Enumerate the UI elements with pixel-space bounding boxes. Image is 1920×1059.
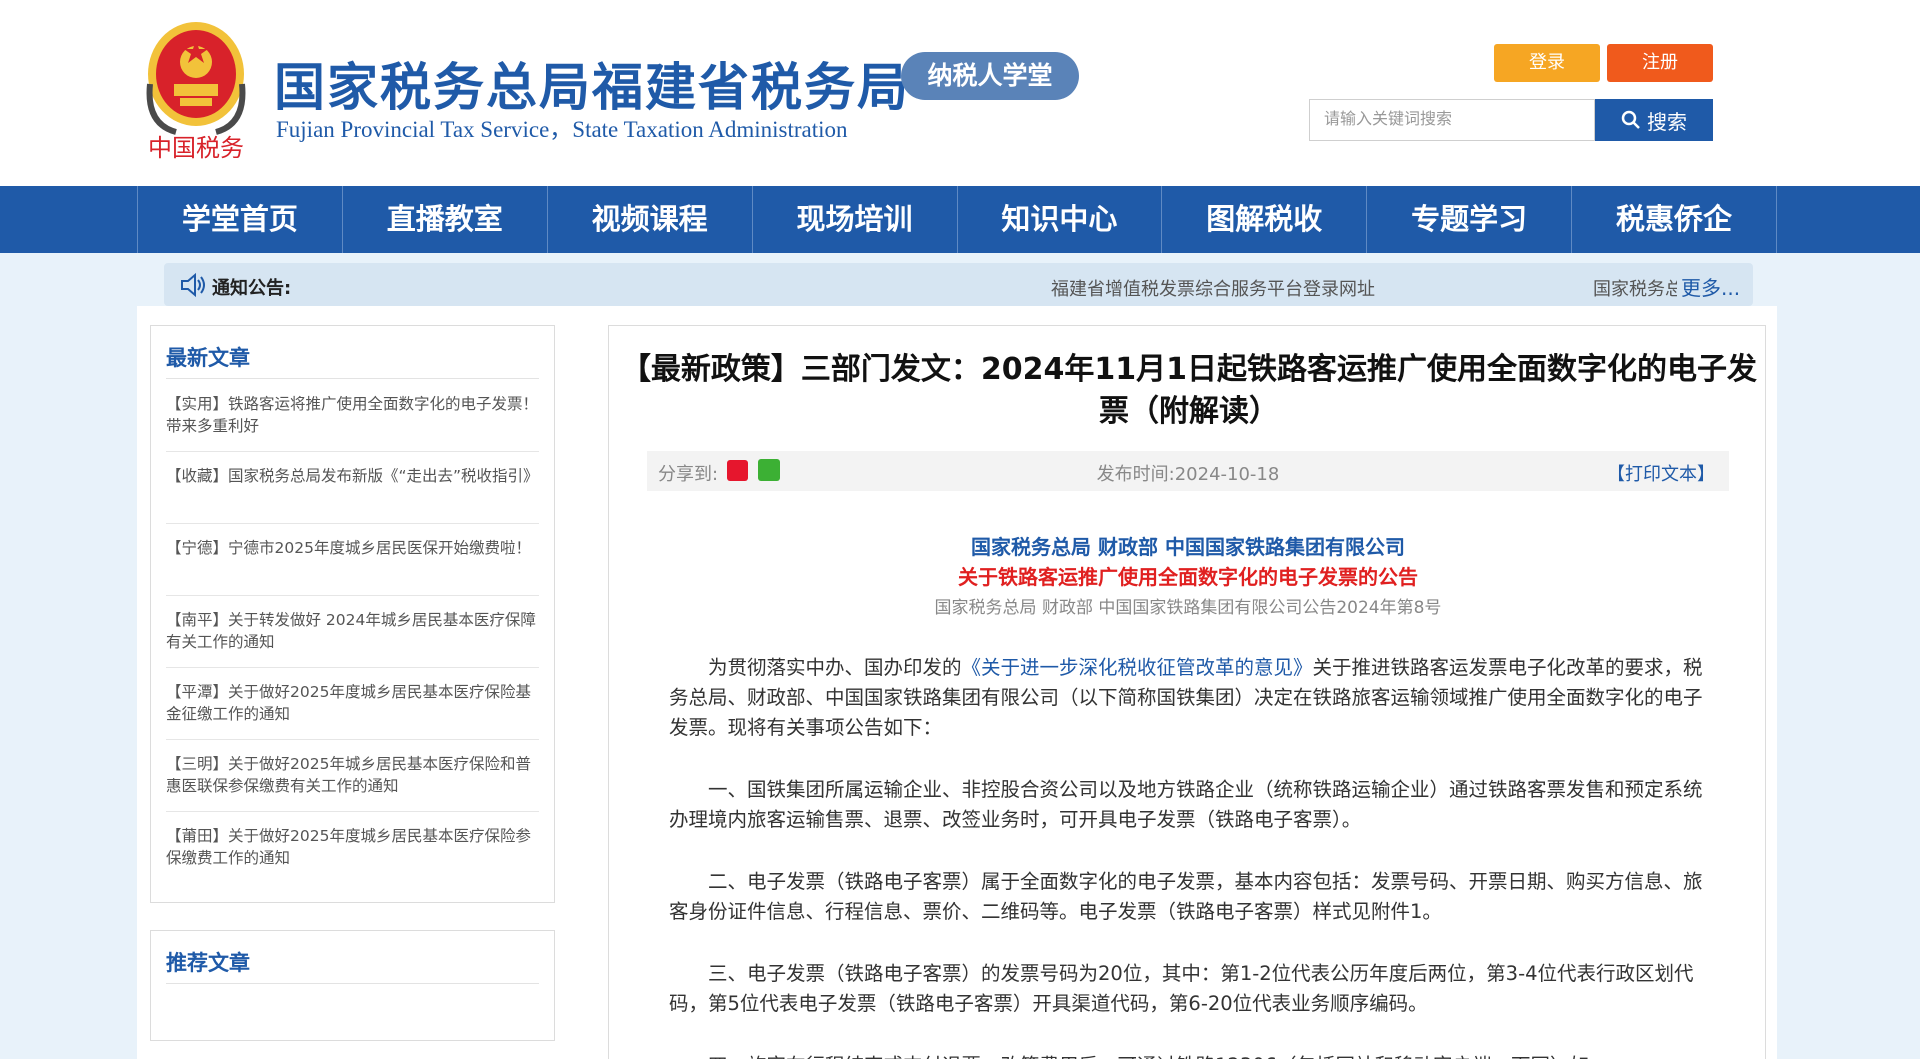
notice-bar: 通知公告: 福建省增值税发票综合服务平台登录网址 国家税务总局 更多... [164, 263, 1753, 306]
site-subtitle: Fujian Provincial Tax Service，State Taxa… [276, 117, 848, 142]
nav-item-knowledge[interactable]: 知识中心 [958, 186, 1163, 253]
weibo-share-icon[interactable] [727, 460, 748, 481]
recommended-articles-panel: 推荐文章 [150, 930, 555, 1041]
list-item[interactable]: 【收藏】国家税务总局发布新版《“走出去”税收指引》 [166, 452, 539, 524]
site-title: 国家税务总局福建省税务局 [274, 58, 911, 118]
speaker-icon [181, 272, 205, 298]
nav-item-overseas[interactable]: 税惠侨企 [1572, 186, 1777, 253]
notice-link[interactable]: 福建省增值税发票综合服务平台登录网址 [1051, 275, 1375, 301]
taxpayer-school-badge: 纳税人学堂 [901, 52, 1079, 100]
divider [166, 983, 539, 984]
policy-document-link[interactable]: 《关于进一步深化税收征管改革的意见》 [962, 656, 1313, 679]
list-item[interactable]: 【平潭】关于做好2025年度城乡居民基本医疗保险基金征缴工作的通知 [166, 668, 539, 740]
nav-item-infographic[interactable]: 图解税收 [1162, 186, 1368, 253]
share-label: 分享到: [658, 464, 719, 485]
article-paragraph: 二、电子发票（铁路电子客票）属于全面数字化的电子发票，基本内容包括：发票号码、开… [669, 870, 1703, 923]
list-item[interactable]: 【实用】铁路客运将推广使用全面数字化的电子发票！带来多重利好 [166, 380, 539, 452]
notice-label: 通知公告: [212, 278, 292, 299]
search-button[interactable]: 搜索 [1595, 99, 1713, 141]
notice-link[interactable]: 国家税务总局 [1593, 275, 1677, 301]
nav-item-onsite[interactable]: 现场培训 [753, 186, 958, 253]
article-paragraph: 三、电子发票（铁路电子客票）的发票号码为20位，其中：第1-2位代表公历年度后两… [669, 962, 1694, 1015]
list-item[interactable]: 【莆田】关于做好2025年度城乡居民基本医疗保险参保缴费工作的通知 [166, 812, 539, 884]
search-icon [1621, 110, 1640, 129]
list-item[interactable]: 【南平】关于转发做好 2024年城乡居民基本医疗保障 有关工作的通知 [166, 596, 539, 668]
site-header: 中国税务 国家税务总局福建省税务局 Fujian Provincial Tax … [0, 0, 1920, 186]
announcement-number: 国家税务总局 财政部 中国国家铁路集团有限公司公告2024年第8号 [934, 598, 1442, 618]
svg-text:中国税务: 中国税务 [148, 134, 244, 162]
search-button-label: 搜索 [1647, 109, 1687, 134]
list-item[interactable]: 【宁德】宁德市2025年度城乡居民医保开始缴费啦！ [166, 524, 539, 596]
nav-item-topics[interactable]: 专题学习 [1367, 186, 1573, 253]
register-button[interactable]: 注册 [1607, 44, 1713, 82]
publish-time: 发布时间:2024-10-18 [1096, 464, 1280, 485]
article-panel: 【最新政策】三部门发文：2024年11月1日起铁路客运推广使用全面数字化的电子发… [608, 325, 1766, 1059]
print-link[interactable]: 【打印文本】 [1607, 460, 1715, 486]
nav-item-video[interactable]: 视频课程 [548, 186, 753, 253]
list-item[interactable]: 【三明】关于做好2025年城乡居民基本医疗保险和普惠医联保参保缴费有关工作的通知 [166, 740, 539, 812]
nav-item-home[interactable]: 学堂首页 [138, 186, 343, 253]
issuer-line: 国家税务总局 财政部 中国国家铁路集团有限公司 [971, 535, 1405, 559]
latest-articles-list: 【实用】铁路客运将推广使用全面数字化的电子发票！带来多重利好 【收藏】国家税务总… [166, 380, 539, 884]
article-title: 【最新政策】三部门发文：2024年11月1日起铁路客运推广使用全面数字化的电子发… [620, 352, 1758, 429]
latest-articles-title: 最新文章 [166, 346, 250, 370]
tax-emblem-logo: 中国税务 [146, 22, 246, 162]
latest-articles-panel: 最新文章 【实用】铁路客运将推广使用全面数字化的电子发票！带来多重利好 【收藏】… [150, 325, 555, 903]
search-input[interactable] [1309, 99, 1595, 141]
main-nav: 学堂首页 直播教室 视频课程 现场培训 知识中心 图解税收 专题学习 税惠侨企 [0, 186, 1920, 253]
login-button[interactable]: 登录 [1494, 44, 1600, 82]
announcement-title: 关于铁路客运推广使用全面数字化的电子发票的公告 [958, 565, 1418, 589]
recommended-articles-title: 推荐文章 [166, 951, 250, 975]
wechat-share-icon[interactable] [758, 459, 780, 481]
article-meta-bar: 发布时间:2024-10-18 分享到: 【打印文本】 [647, 451, 1729, 491]
notice-more-link[interactable]: 更多... [1681, 272, 1740, 301]
article-paragraph: 四、旅客在行程结束或支付退票、改签费用后，可通过铁路12306（包括网站和移动客… [669, 1051, 1709, 1059]
article-paragraph: 为贯彻落实中办、国办印发的《关于进一步深化税收征管改革的意见》关于推进铁路客运发… [669, 656, 1703, 739]
divider [166, 378, 539, 379]
nav-item-live[interactable]: 直播教室 [343, 186, 548, 253]
article-paragraph: 一、国铁集团所属运输企业、非控股合资公司以及地方铁路企业（统称铁路运输企业）通过… [669, 778, 1703, 831]
